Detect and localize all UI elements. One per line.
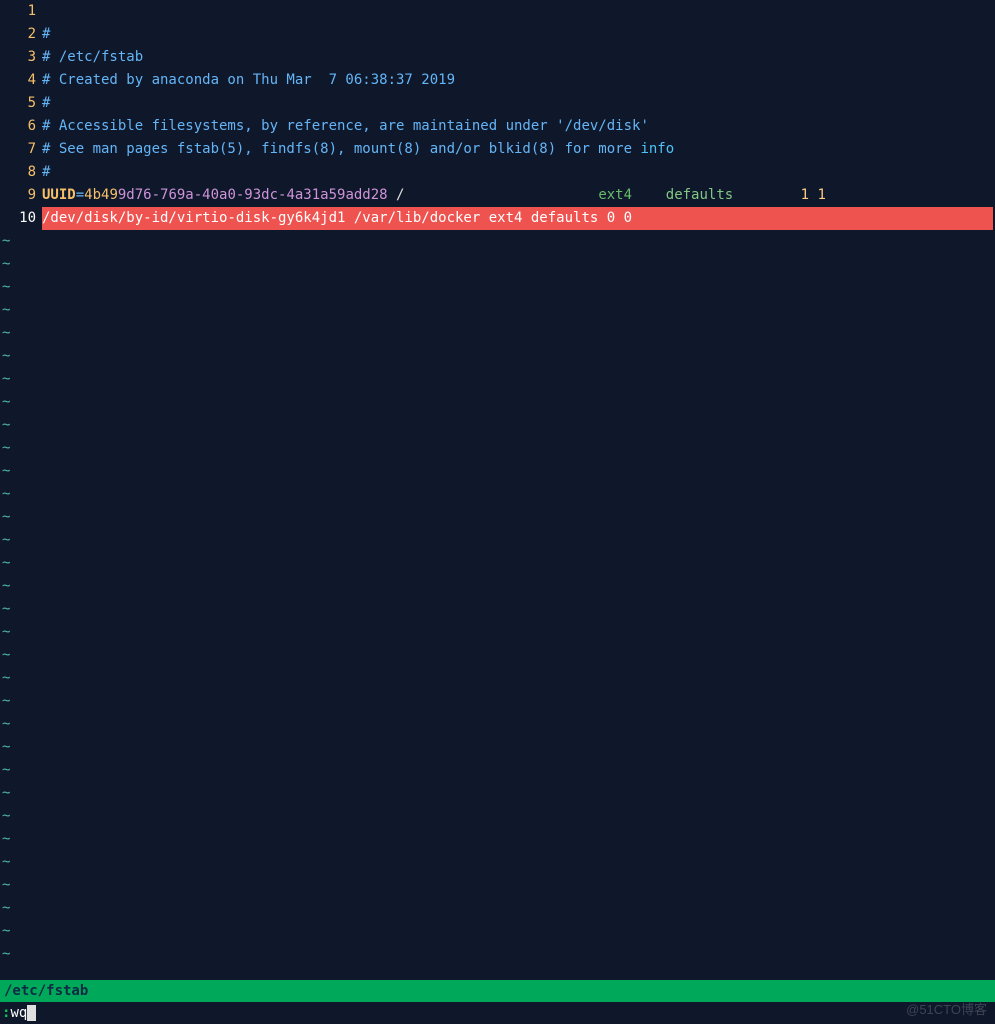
tilde-line: ~ [0, 414, 995, 437]
tilde-line: ~ [0, 437, 995, 460]
padding [733, 187, 800, 203]
uuid-value: 9d76-769a-40a0-93dc-4a31a59add28 [118, 187, 388, 203]
command-colon: : [2, 1002, 10, 1024]
comment-text: # /etc/fstab [42, 46, 995, 69]
code-line-6[interactable]: 6 # Accessible filesystems, by reference… [0, 115, 995, 138]
tilde-line: ~ [0, 759, 995, 782]
line-number: 1 [0, 0, 42, 23]
tilde-line: ~ [0, 713, 995, 736]
tilde-line: ~ [0, 874, 995, 897]
command-text: wq [10, 1002, 27, 1024]
line-number: 4 [0, 69, 42, 92]
tilde-line: ~ [0, 897, 995, 920]
tilde-line: ~ [0, 575, 995, 598]
status-bar: /etc/fstab [0, 980, 995, 1002]
line-number: 5 [0, 92, 42, 115]
mount-point: / [388, 187, 405, 203]
tilde-line: ~ [0, 621, 995, 644]
tilde-line: ~ [0, 322, 995, 345]
line-number: 9 [0, 184, 42, 207]
fs-dump-pass: 1 1 [801, 187, 826, 203]
comment-text: # Accessible filesystems, by reference, … [42, 115, 995, 138]
tilde-line: ~ [0, 253, 995, 276]
code-line-8[interactable]: 8 # [0, 161, 995, 184]
watermark-text: @51CTO博客 [906, 998, 987, 1021]
line-content: # See man pages fstab(5), findfs(8), mou… [42, 138, 995, 161]
fstab-entry: UUID=4b499d76-769a-40a0-93dc-4a31a59add2… [42, 184, 995, 207]
padding [632, 187, 666, 203]
line-number: 8 [0, 161, 42, 184]
line-content: /dev/disk/by-id/virtio-disk-gy6k4jd1 /va… [42, 207, 995, 230]
vim-editor: 1 2 # 3 # /etc/fstab 4 # Created by anac… [0, 0, 995, 1024]
line-content [42, 0, 995, 23]
tilde-line: ~ [0, 368, 995, 391]
tilde-line: ~ [0, 391, 995, 414]
highlighted-fstab-line: /dev/disk/by-id/virtio-disk-gy6k4jd1 /va… [42, 207, 993, 230]
empty-lines-area[interactable]: ~ ~ ~ ~ ~ ~ ~ ~ ~ ~ ~ ~ ~ ~ ~ ~ ~ ~ ~ ~ … [0, 230, 995, 980]
comment-text: # [42, 23, 995, 46]
code-line-10-current[interactable]: 10 /dev/disk/by-id/virtio-disk-gy6k4jd1 … [0, 207, 995, 230]
code-line-5[interactable]: 5 # [0, 92, 995, 115]
code-line-3[interactable]: 3 # /etc/fstab [0, 46, 995, 69]
tilde-line: ~ [0, 230, 995, 253]
padding [404, 187, 598, 203]
tilde-line: ~ [0, 805, 995, 828]
tilde-line: ~ [0, 943, 995, 966]
tilde-line: ~ [0, 851, 995, 874]
tilde-line: ~ [0, 690, 995, 713]
tilde-line: ~ [0, 552, 995, 575]
tilde-line: ~ [0, 782, 995, 805]
tilde-line: ~ [0, 506, 995, 529]
info-keyword: info [640, 141, 674, 157]
tilde-line: ~ [0, 460, 995, 483]
line-number: 6 [0, 115, 42, 138]
code-line-9[interactable]: 9 UUID=4b499d76-769a-40a0-93dc-4a31a59ad… [0, 184, 995, 207]
code-line-2[interactable]: 2 # [0, 23, 995, 46]
equals: = [76, 187, 84, 203]
comment-text: # [42, 161, 995, 184]
file-path: /etc/fstab [4, 983, 88, 999]
tilde-line: ~ [0, 736, 995, 759]
line-number: 3 [0, 46, 42, 69]
tilde-line: ~ [0, 667, 995, 690]
tilde-line: ~ [0, 644, 995, 667]
comment-text: # See man pages fstab(5), findfs(8), mou… [42, 141, 640, 157]
comment-text: # [42, 92, 995, 115]
code-line-4[interactable]: 4 # Created by anaconda on Thu Mar 7 06:… [0, 69, 995, 92]
tilde-line: ~ [0, 598, 995, 621]
command-line[interactable]: :wq [0, 1002, 995, 1024]
code-line-1[interactable]: 1 [0, 0, 995, 23]
line-number: 2 [0, 23, 42, 46]
uuid-key: UUID [42, 187, 76, 203]
fs-options: defaults [666, 187, 733, 203]
code-line-7[interactable]: 7 # See man pages fstab(5), findfs(8), m… [0, 138, 995, 161]
fs-type: ext4 [598, 187, 632, 203]
tilde-line: ~ [0, 828, 995, 851]
uuid-part: 4b49 [84, 187, 118, 203]
line-number: 7 [0, 138, 42, 161]
tilde-line: ~ [0, 529, 995, 552]
tilde-line: ~ [0, 920, 995, 943]
line-number-current: 10 [0, 207, 42, 230]
comment-text: # Created by anaconda on Thu Mar 7 06:38… [42, 69, 995, 92]
tilde-line: ~ [0, 345, 995, 368]
code-area[interactable]: 1 2 # 3 # /etc/fstab 4 # Created by anac… [0, 0, 995, 230]
tilde-line: ~ [0, 483, 995, 506]
tilde-line: ~ [0, 299, 995, 322]
tilde-line: ~ [0, 276, 995, 299]
cursor-icon [27, 1005, 36, 1021]
